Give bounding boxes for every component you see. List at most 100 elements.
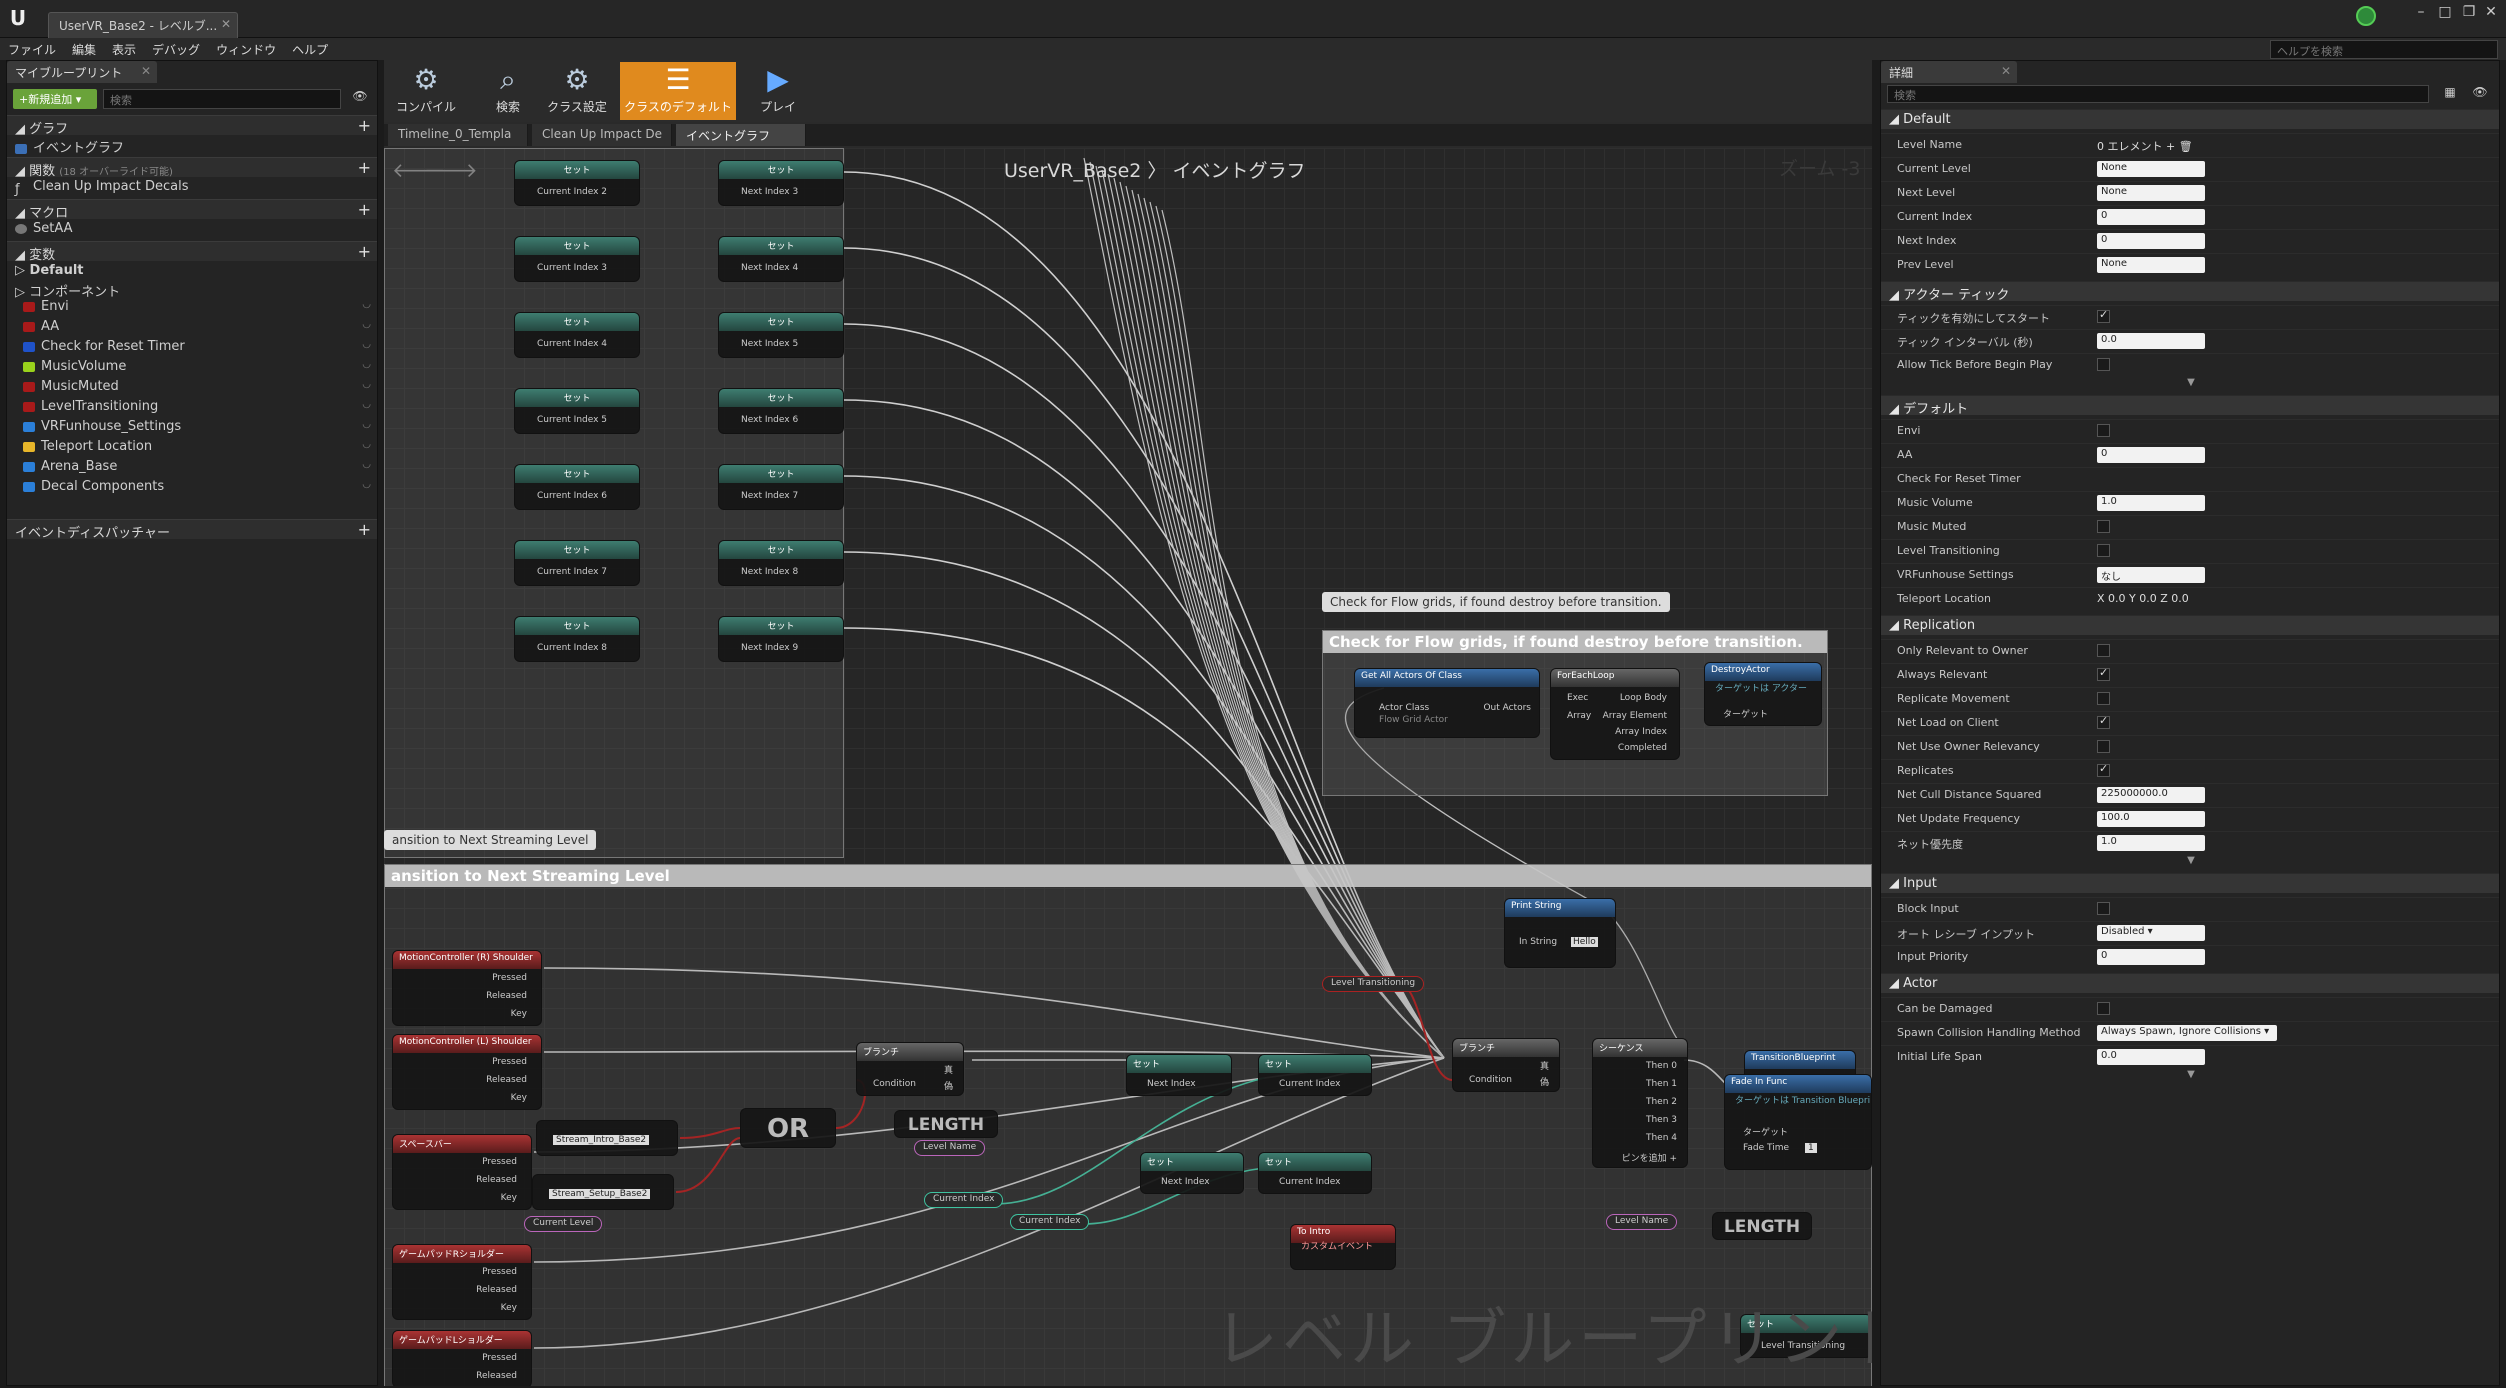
- menu-file[interactable]: ファイル: [0, 38, 64, 61]
- visibility-icon[interactable]: ◡: [362, 439, 371, 450]
- document-tab[interactable]: UserVR_Base2 - レベルブ... ✕: [48, 12, 238, 38]
- add-dispatcher-icon[interactable]: +: [358, 520, 371, 539]
- variable-item[interactable]: MusicMuted ◡: [7, 377, 377, 397]
- close-icon[interactable]: ✕: [141, 64, 151, 78]
- maximize-button[interactable]: □: [2434, 4, 2456, 20]
- property-value-field[interactable]: None: [2097, 185, 2205, 201]
- close-icon[interactable]: ✕: [2001, 64, 2011, 78]
- graph-item-event-graph[interactable]: イベントグラフ: [7, 135, 377, 156]
- length-node-2[interactable]: LENGTH: [1712, 1212, 1812, 1240]
- set-index-node[interactable]: セット Current Index 2: [514, 160, 640, 206]
- variable-item[interactable]: LevelTransitioning ◡: [7, 397, 377, 417]
- details-section-header[interactable]: ◢ Replication: [1881, 615, 2499, 635]
- sequence-node[interactable]: シーケンス Then 0 Then 1 Then 2 Then 3 Then 4…: [1592, 1038, 1688, 1168]
- property-value-field[interactable]: 0: [2097, 233, 2205, 249]
- section-variables[interactable]: ◢ 変数 +: [7, 241, 377, 263]
- menu-help[interactable]: ヘルプ: [284, 38, 336, 61]
- help-search-input[interactable]: ヘルプを検索: [2270, 40, 2498, 59]
- my-blueprint-tab[interactable]: マイブループリント ✕: [7, 61, 157, 83]
- details-section-header[interactable]: ◢ アクター ティック: [1881, 281, 2499, 303]
- set-index-node[interactable]: セット Next Index 3: [718, 160, 844, 206]
- stream-setup-node[interactable]: Stream_Setup_Base2: [532, 1174, 674, 1210]
- variable-item[interactable]: MusicVolume ◡: [7, 357, 377, 377]
- set-index-node[interactable]: セット Current Index 7: [514, 540, 640, 586]
- property-checkbox[interactable]: [2097, 520, 2110, 533]
- details-section-header[interactable]: ◢ Default: [1881, 109, 2499, 129]
- tab-timeline[interactable]: Timeline_0_Templa: [388, 124, 528, 146]
- variable-item[interactable]: AA ◡: [7, 317, 377, 337]
- details-tab[interactable]: 詳細 ✕: [1881, 61, 2017, 83]
- section-event-dispatchers[interactable]: イベントディスパッチャー +: [7, 519, 377, 541]
- stream-intro-node[interactable]: Stream_Intro_Base2: [536, 1120, 678, 1156]
- property-checkbox[interactable]: [2097, 544, 2110, 557]
- property-value-field[interactable]: なし: [2097, 567, 2205, 583]
- visibility-icon[interactable]: ◡: [362, 479, 371, 490]
- property-checkbox[interactable]: [2097, 358, 2110, 371]
- property-value-field[interactable]: Disabled ▾: [2097, 925, 2205, 941]
- add-new-button[interactable]: +新規追加 ▾: [13, 89, 97, 109]
- source-control-icon[interactable]: [2356, 6, 2376, 26]
- visibility-icon[interactable]: ◡: [362, 419, 371, 430]
- set-index-node[interactable]: セット Next Index 7: [718, 464, 844, 510]
- tab-clean-up[interactable]: Clean Up Impact De: [532, 124, 672, 146]
- menu-edit[interactable]: 編集: [64, 38, 104, 61]
- property-checkbox[interactable]: [2097, 644, 2110, 657]
- in-string-value[interactable]: Hello: [1571, 937, 1598, 947]
- set-index-node[interactable]: セット Current Index 6: [514, 464, 640, 510]
- expand-arrow-icon[interactable]: ▼: [2181, 1069, 2201, 1081]
- set-index-node[interactable]: セット Current Index 8: [514, 616, 640, 662]
- variable-item[interactable]: VRFunhouse_Settings ◡: [7, 417, 377, 437]
- menu-window[interactable]: ウィンドウ: [208, 38, 284, 61]
- property-value-field[interactable]: 100.0: [2097, 811, 2205, 827]
- set-index-node[interactable]: セット Next Index 5: [718, 312, 844, 358]
- section-macros[interactable]: ◢ マクロ +: [7, 199, 377, 221]
- section-functions[interactable]: ◢ 関数 (18 オーバーライド可能) +: [7, 157, 377, 179]
- length-node-1[interactable]: LENGTH: [894, 1110, 998, 1138]
- property-checkbox[interactable]: [2097, 1002, 2110, 1015]
- property-value-field[interactable]: Always Spawn, Ignore Collisions ▾: [2097, 1025, 2277, 1041]
- macro-item[interactable]: SetAA: [7, 219, 377, 239]
- add-pin-button[interactable]: ピンを追加 +: [1622, 1151, 1677, 1164]
- property-checkbox[interactable]: [2097, 666, 2110, 681]
- details-section-header[interactable]: ◢ Actor: [1881, 973, 2499, 993]
- compile-button[interactable]: ⚙ コンパイル: [388, 62, 464, 120]
- input-event-node[interactable]: ゲームパッドLショルダー Pressed Released: [392, 1330, 532, 1386]
- property-value-field[interactable]: 1.0: [2097, 835, 2205, 851]
- level-name-getter-1[interactable]: Level Name: [914, 1140, 986, 1156]
- details-section-header[interactable]: ◢ Input: [1881, 873, 2499, 893]
- grid-view-icon[interactable]: ▦: [2439, 85, 2461, 103]
- input-event-node[interactable]: MotionController (R) Shoulder Pressed Rele…: [392, 950, 542, 1026]
- level-name-getter-2[interactable]: Level Name: [1606, 1214, 1678, 1230]
- current-level-getter[interactable]: Current Level: [524, 1216, 603, 1232]
- visibility-icon[interactable]: ◡: [362, 399, 371, 410]
- visibility-icon[interactable]: ◡: [362, 459, 371, 470]
- destroy-actor-node[interactable]: DestroyActor ターゲットは アクター ターゲット: [1704, 662, 1822, 726]
- add-macro-icon[interactable]: +: [358, 200, 371, 219]
- class-defaults-button[interactable]: ☰ クラスのデフォルト: [620, 62, 736, 120]
- add-function-icon[interactable]: +: [358, 158, 371, 177]
- set-index-node[interactable]: セット Current Index 5: [514, 388, 640, 434]
- property-checkbox[interactable]: [2097, 740, 2110, 753]
- print-string-node[interactable]: Print String In String Hello: [1504, 898, 1616, 968]
- property-value-field[interactable]: None: [2097, 161, 2205, 177]
- set-next-index-node-2[interactable]: セット Next Index: [1140, 1152, 1244, 1194]
- variable-item[interactable]: Teleport Location ◡: [7, 437, 377, 457]
- property-checkbox[interactable]: [2097, 714, 2110, 729]
- branch-node-2[interactable]: ブランチ Condition 真 偽: [1452, 1038, 1560, 1092]
- stream-setup-value[interactable]: Stream_Setup_Base2: [549, 1189, 651, 1199]
- class-settings-button[interactable]: ⚙ クラス設定: [542, 62, 612, 120]
- var-group-default[interactable]: ▷ Default: [7, 261, 377, 281]
- current-index-getter-2[interactable]: Current Index: [1010, 1214, 1090, 1230]
- property-checkbox[interactable]: [2097, 902, 2110, 915]
- set-current-index-node-1[interactable]: セット Current Index: [1258, 1054, 1372, 1096]
- blueprint-search-input[interactable]: 検索: [103, 89, 341, 109]
- add-variable-icon[interactable]: +: [358, 242, 371, 261]
- get-all-actors-node[interactable]: Get All Actors Of Class Actor Class Flow…: [1354, 668, 1540, 738]
- visibility-icon[interactable]: ◡: [362, 379, 371, 390]
- property-value-field[interactable]: None: [2097, 257, 2205, 273]
- property-value-field[interactable]: 0: [2097, 949, 2205, 965]
- property-checkbox[interactable]: [2097, 762, 2110, 777]
- set-current-index-node-2[interactable]: セット Current Index: [1258, 1152, 1372, 1194]
- property-value-field[interactable]: 0: [2097, 209, 2205, 225]
- variable-item[interactable]: Check for Reset Timer ◡: [7, 337, 377, 357]
